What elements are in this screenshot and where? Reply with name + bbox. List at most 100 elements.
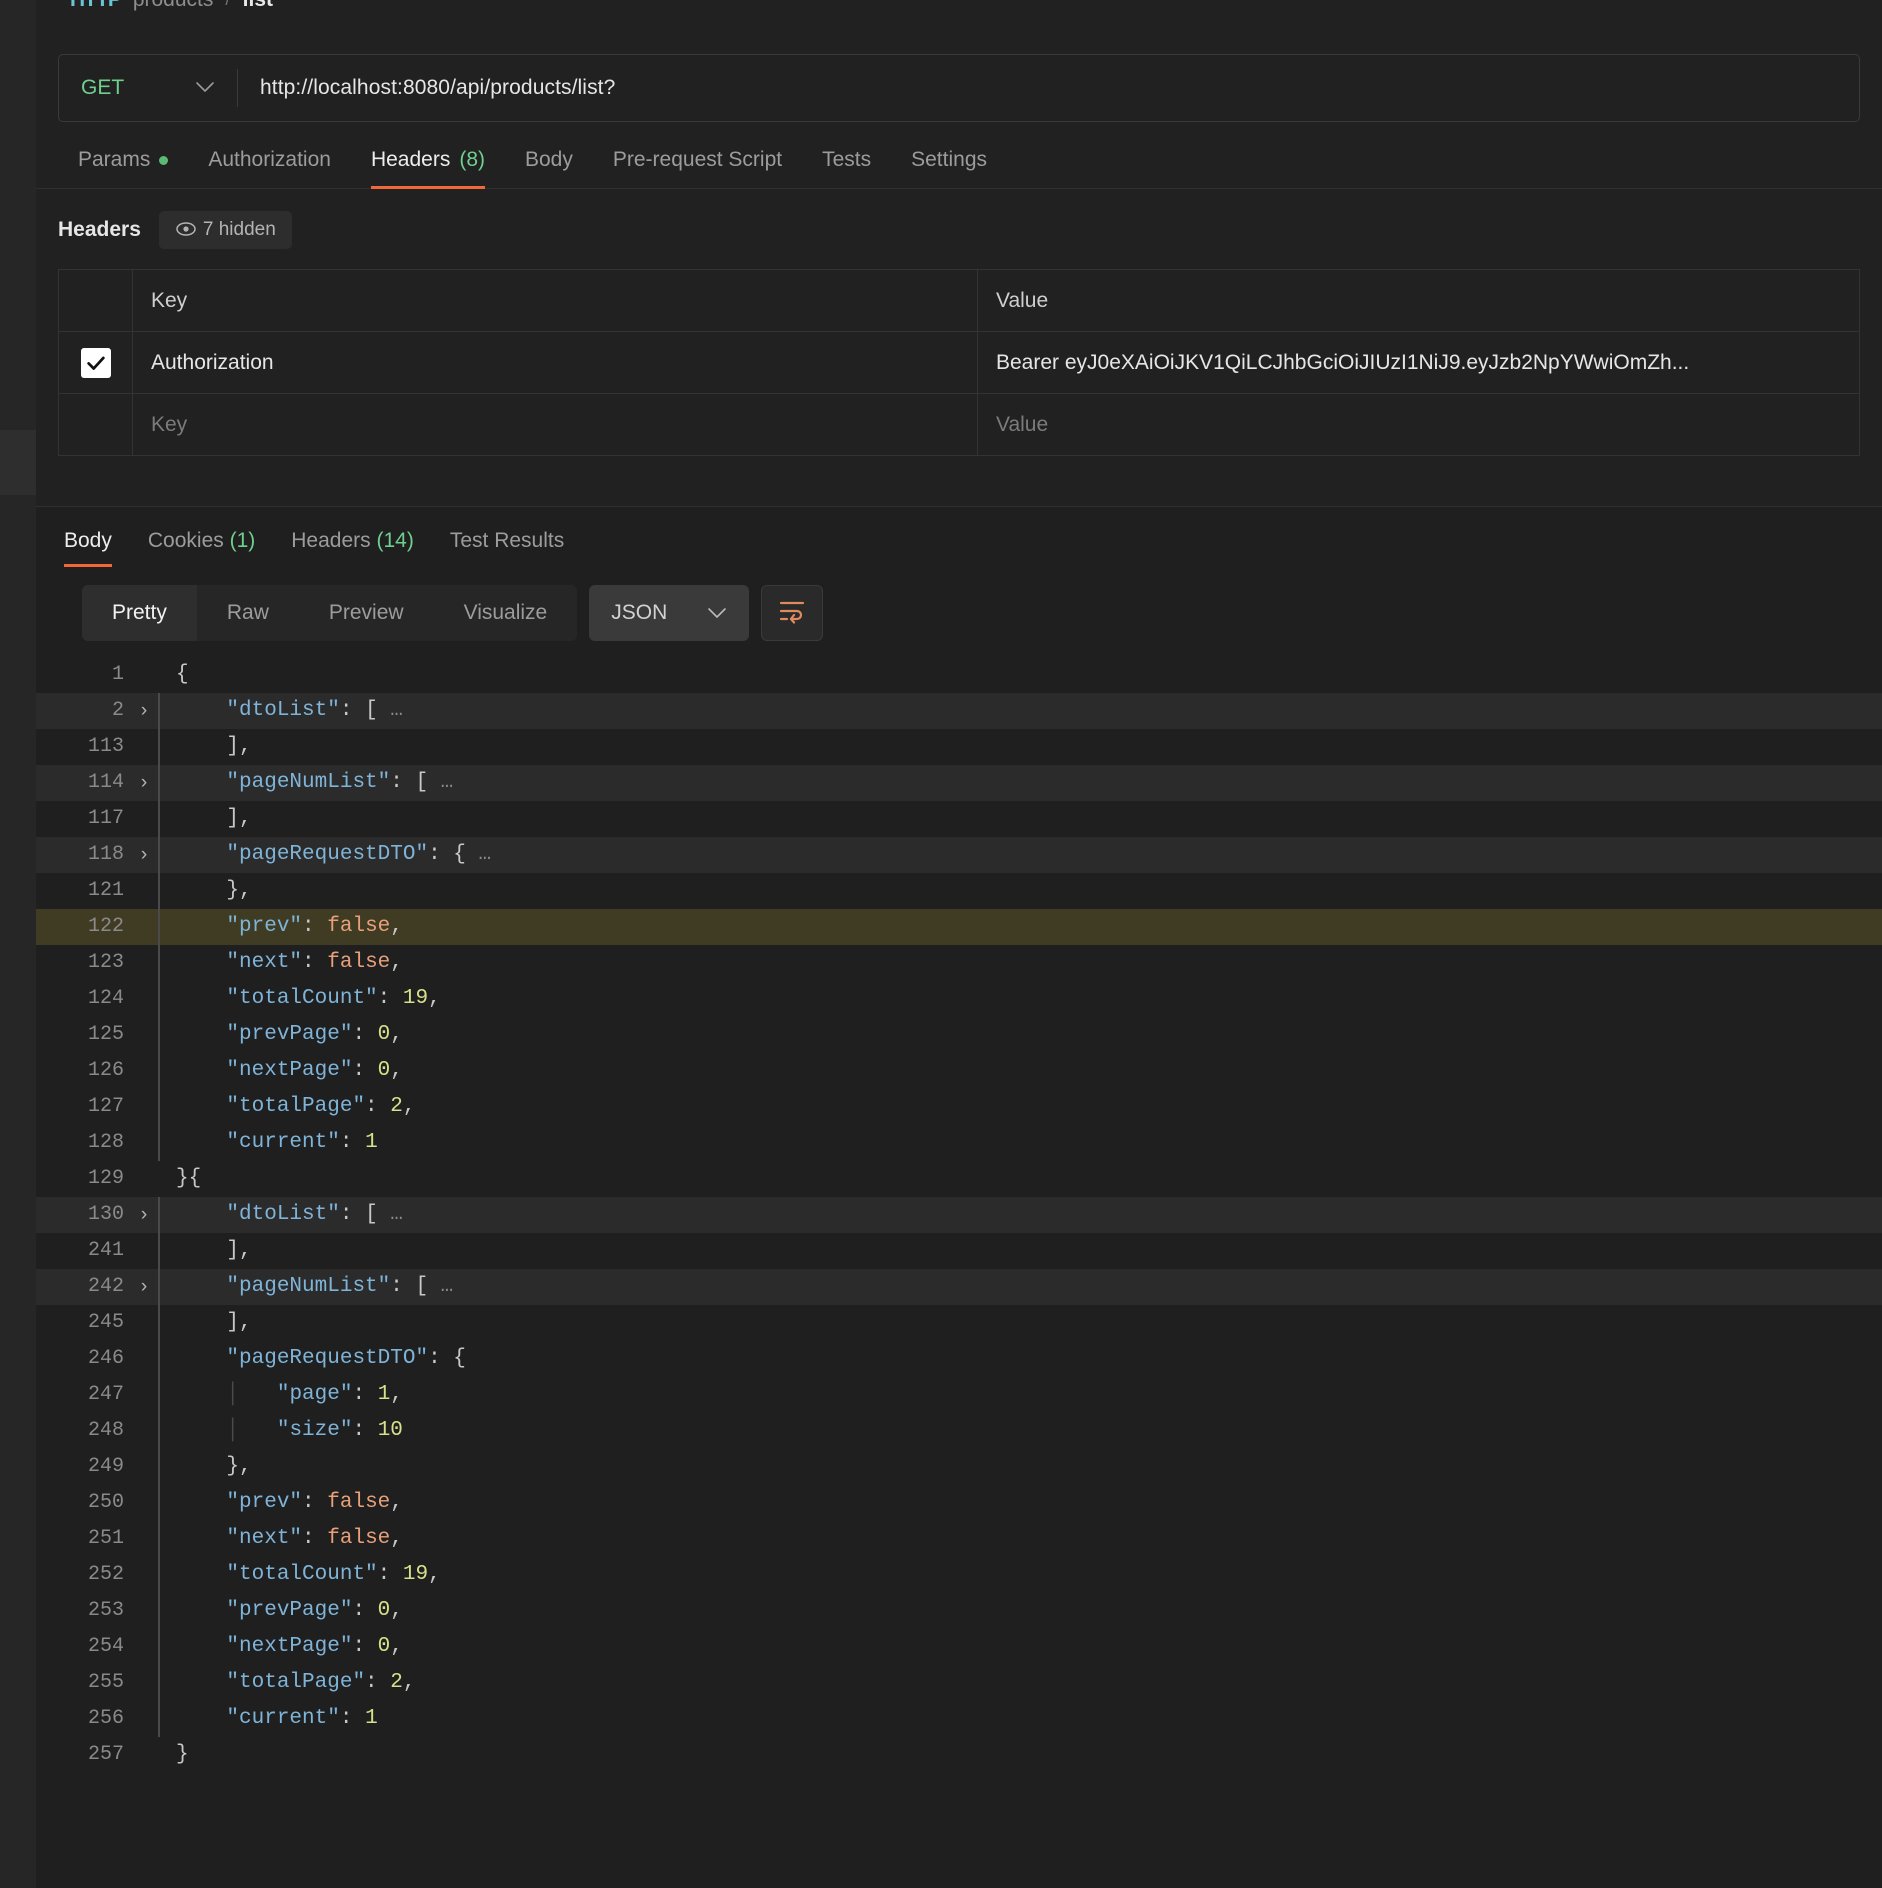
response-tab-cookies-count: (1) [229,529,256,552]
request-pane-spacer [36,456,1882,506]
headers-title: Headers [58,218,141,241]
header-row-checkbox-cell [58,331,133,394]
response-tab-body-label: Body [64,529,112,552]
tab-params[interactable]: Params [58,148,188,188]
line-number: 124 [87,987,124,1010]
code-line: 248 │ "size": 10 [36,1413,1882,1449]
line-number: 114 [87,771,124,794]
format-button-preview[interactable]: Preview [299,585,434,641]
line-number: 247 [87,1383,124,1406]
tab-tests[interactable]: Tests [802,148,891,188]
new-header-value-placeholder: Value [996,412,1049,436]
breadcrumb-segment-products[interactable]: products [133,0,214,12]
code-line: 245 ], [36,1305,1882,1341]
code-line: 257} [36,1737,1882,1773]
url-input[interactable]: http://localhost:8080/api/products/list? [238,76,1859,100]
line-number: 250 [87,1491,124,1514]
code-line: 126 "nextPage": 0, [36,1053,1882,1089]
breadcrumb-current: list [243,0,273,12]
code-line: 1{ [36,657,1882,693]
code-line-text: "prevPage": 0, [226,1599,403,1622]
code-line: 124 "totalCount": 19, [36,981,1882,1017]
word-wrap-button[interactable] [761,585,824,641]
code-line: 127 "totalPage": 2, [36,1089,1882,1125]
response-tabs: Body Cookies (1) Headers (14) Test Resul… [36,507,1882,567]
line-number: 121 [87,879,124,902]
line-number: 242 [87,1275,124,1298]
language-select[interactable]: JSON [589,585,750,641]
format-button-pretty[interactable]: Pretty [82,585,197,641]
header-col-checkbox [58,269,133,332]
code-line-text: "nextPage": 0, [226,1059,403,1082]
hidden-headers-toggle[interactable]: 7 hidden [158,211,292,249]
code-line-text: "totalPage": 2, [226,1671,416,1694]
code-line: 251 "next": false, [36,1521,1882,1557]
header-row-key-cell[interactable]: Authorization [132,331,978,394]
tab-authorization[interactable]: Authorization [188,148,351,188]
line-number: 113 [87,735,124,758]
header-key-value: Authorization [151,350,274,374]
code-line-text: }{ [176,1167,202,1190]
code-line: 129}{ [36,1161,1882,1197]
code-line-text: ], [226,1311,252,1334]
code-line: 2 › "dtoList": [ … [36,693,1882,729]
table-row[interactable]: Authorization Bearer eyJ0eXAiOiJKV1QiLCJ… [58,331,1860,394]
response-tab-test-results-label: Test Results [449,529,565,552]
tab-headers-label: Headers [370,148,451,171]
code-line: 255 "totalPage": 2, [36,1665,1882,1701]
format-button-visualize[interactable]: Visualize [434,585,578,641]
header-enabled-checkbox[interactable] [80,347,111,378]
response-tab-test-results[interactable]: Test Results [432,529,582,567]
code-line-text: "pageRequestDTO": { … [226,843,492,866]
tab-pre-request-script[interactable]: Pre-request Script [593,148,802,188]
http-icon: HTTP [70,0,122,12]
code-line-text: "next": false, [226,1527,403,1550]
api-client-window: HTTP products / list GET http://localhos… [0,0,1882,1888]
response-tab-headers-count: (14) [376,529,414,552]
code-line: 247 │ "page": 1, [36,1377,1882,1413]
header-col-key: Key [132,269,978,332]
left-rail [0,0,36,1888]
response-tab-body[interactable]: Body [46,529,130,567]
chevron-right-icon[interactable]: › [130,1197,158,1233]
code-line-text: │ "size": 10 [226,1419,403,1442]
table-row[interactable]: Key Value [58,393,1860,456]
new-header-key-cell[interactable]: Key [132,393,978,456]
code-line: 241 ], [36,1233,1882,1269]
response-code-viewer[interactable]: 1{2 › "dtoList": [ … 113 ], 114 › "pageNumLi… [36,657,1882,1888]
line-number: 252 [87,1563,124,1586]
code-line: 246 "pageRequestDTO": { [36,1341,1882,1377]
code-line: 122 "prev": false, [36,909,1882,945]
header-col-value: Value [977,269,1860,332]
chevron-right-icon[interactable]: › [130,765,158,801]
tab-headers[interactable]: Headers (8) [351,148,505,189]
code-line: 249 }, [36,1449,1882,1485]
chevron-right-icon[interactable]: › [130,1269,158,1305]
code-line-text: │ "page": 1, [226,1383,403,1406]
header-row-value-cell[interactable]: Bearer eyJ0eXAiOiJKV1QiLCJhbGciOiJIUzI1N… [977,331,1860,394]
tab-body[interactable]: Body [505,148,593,188]
new-header-value-cell[interactable]: Value [977,393,1860,456]
tab-settings[interactable]: Settings [891,148,1007,188]
code-line-text: "pageRequestDTO": { [226,1347,466,1370]
line-number: 130 [87,1203,124,1226]
line-number: 127 [87,1095,124,1118]
chevron-right-icon[interactable]: › [130,693,158,729]
left-rail-hover-band[interactable] [0,430,36,495]
code-line-text: }, [226,1455,252,1478]
code-line: 117 ], [36,801,1882,837]
code-line-text: "prevPage": 0, [226,1023,403,1046]
breadcrumb-bar: HTTP products / list [36,0,1882,16]
response-tab-cookies[interactable]: Cookies (1) [130,529,273,567]
line-number: 125 [87,1023,124,1046]
headers-header-row: Headers 7 hidden [58,211,1860,249]
response-tab-headers[interactable]: Headers (14) [273,529,432,567]
chevron-right-icon[interactable]: › [130,837,158,873]
format-button-raw[interactable]: Raw [197,585,299,641]
line-number: 245 [87,1311,124,1334]
method-selector[interactable]: GET [59,55,237,121]
params-modified-dot [159,155,169,165]
language-select-value: JSON [611,601,668,624]
code-line: 254 "nextPage": 0, [36,1629,1882,1665]
line-number: 117 [87,807,124,830]
